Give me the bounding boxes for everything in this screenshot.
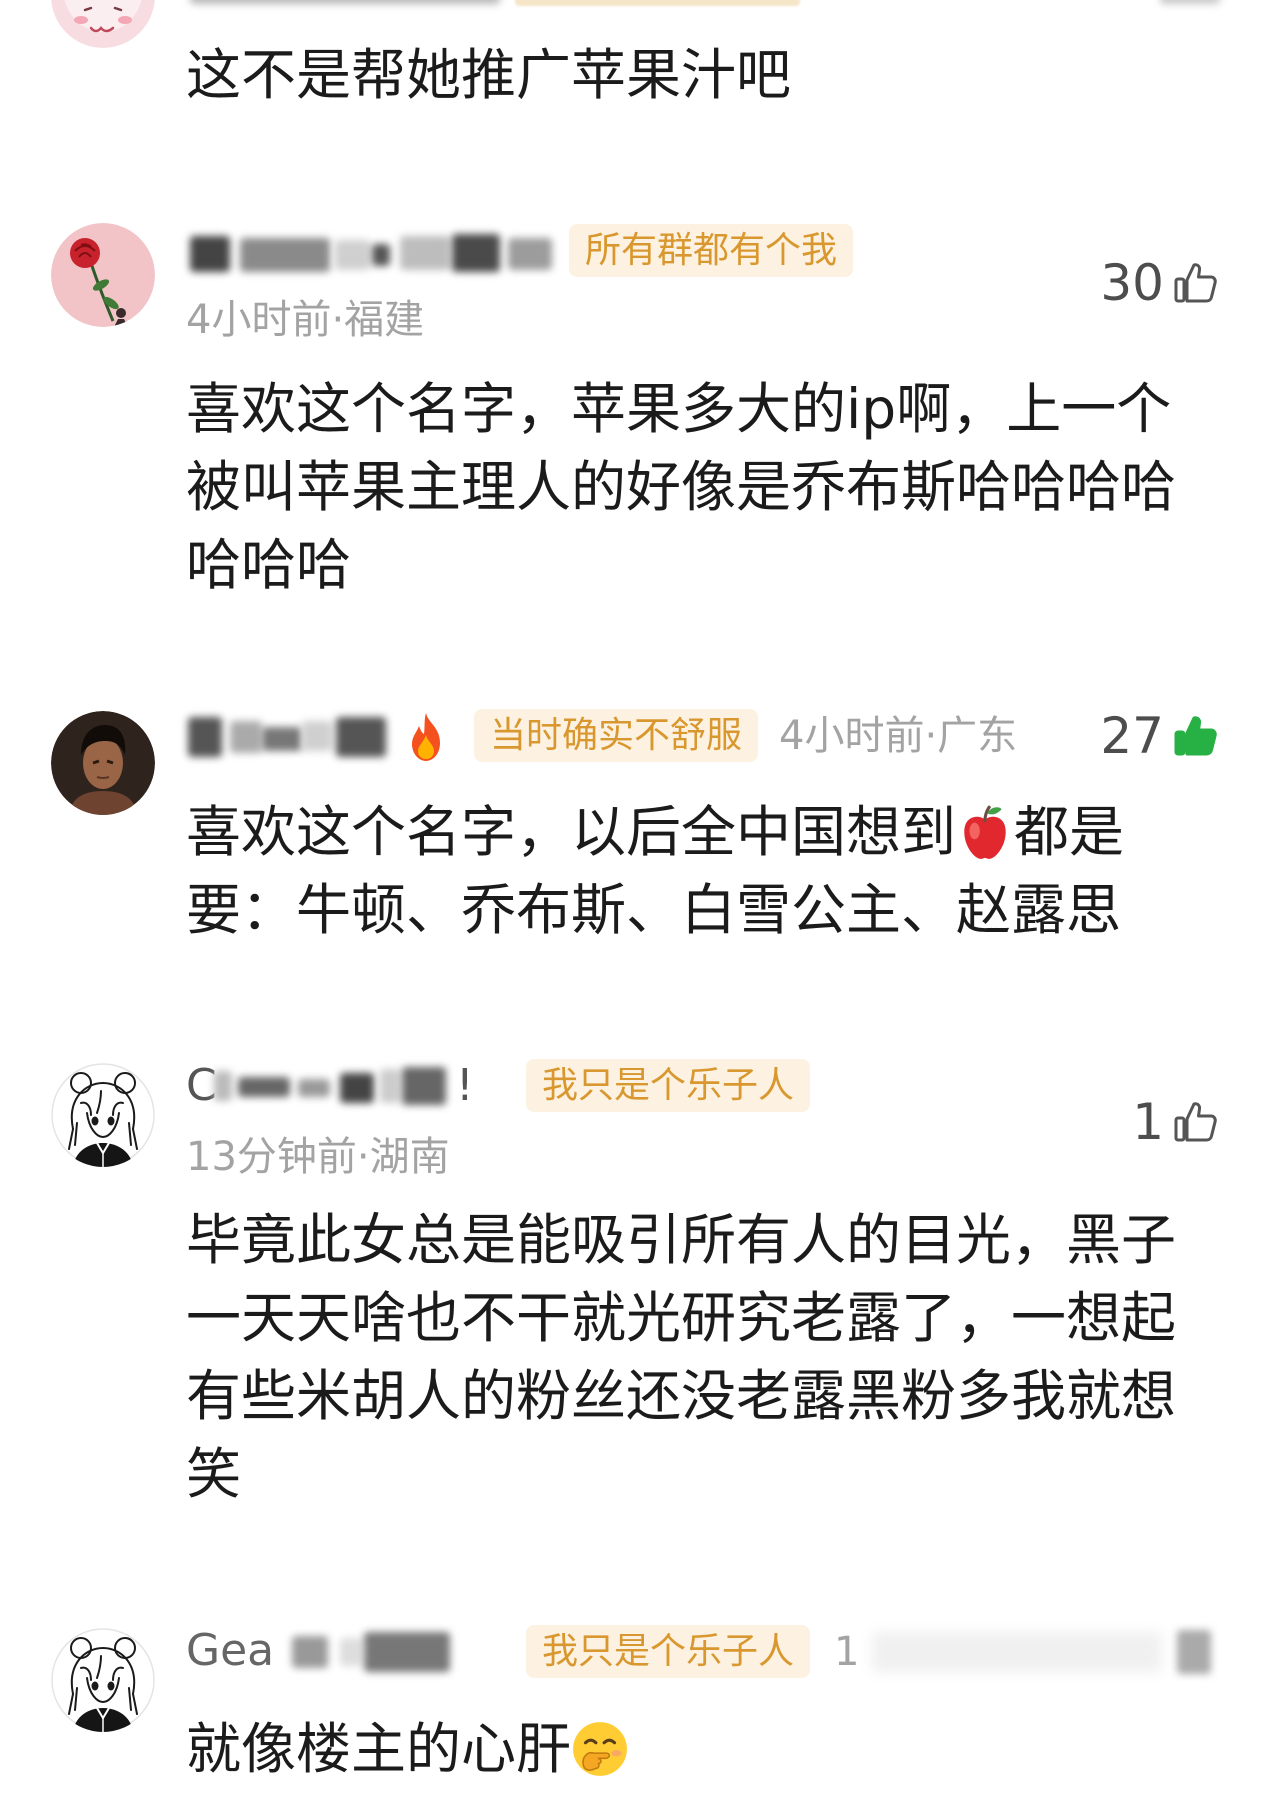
- blur-block: [214, 1071, 232, 1101]
- red-apple-emoji: [956, 803, 1014, 861]
- avatar[interactable]: [51, 1628, 155, 1732]
- username-fragment: C: [186, 1060, 217, 1111]
- blur-block: [188, 717, 222, 757]
- meta-redacted: [872, 1632, 1162, 1672]
- blur-block: [452, 234, 500, 272]
- hand-over-mouth-face-emoji: [571, 1720, 629, 1778]
- comment-text-line: 喜欢这个名字，苹果多大的ip啊，上一个: [186, 377, 1172, 441]
- comment-text-line: 这不是帮她推广苹果汁吧: [186, 43, 792, 107]
- avatar[interactable]: [51, 223, 155, 327]
- comment: 当时确实不舒服 4小时前·广东 27 喜欢这个名字，以后全中国想到 都是 要：牛…: [0, 705, 1280, 942]
- like-button-partial[interactable]: [1160, 0, 1220, 4]
- blur-block: [380, 1069, 400, 1103]
- blur-block: [240, 238, 330, 272]
- blur-block: [364, 1632, 450, 1672]
- blur-block: [402, 1067, 446, 1105]
- blur-block: [298, 1079, 330, 1097]
- thumb-up-icon[interactable]: [1172, 1098, 1220, 1146]
- comment: C ! 我只是个乐子人 13分钟前·湖南 1 毕竟此女总是能吸引所有人的目光，黑…: [0, 1055, 1280, 1506]
- blur-block: [508, 238, 552, 270]
- man-photo-avatar-image: [51, 711, 155, 815]
- blur-block: [238, 1077, 290, 1097]
- badge-partial: [515, 0, 800, 6]
- comment-text-segment: 就像楼主的心肝: [186, 1717, 572, 1781]
- comment-text-segment: 喜欢这个名字，以后全中国想到: [186, 800, 957, 864]
- comment-text-line: 笑: [186, 1442, 242, 1506]
- blur-block: [400, 236, 450, 270]
- blur-block: [340, 1638, 362, 1666]
- avatar[interactable]: [51, 1063, 155, 1167]
- comment-text-segment: 都是: [1014, 800, 1125, 864]
- blur-block: [262, 727, 302, 751]
- like-button[interactable]: 27: [1100, 708, 1220, 764]
- comment-text-line: 喜欢这个名字，以后全中国想到 都是: [186, 793, 1124, 871]
- comment: 所有群都有个我 4小时前·福建 30 喜欢这个名字，苹果多大的ip啊，上一个 被…: [0, 220, 1280, 597]
- username-redacted[interactable]: [190, 0, 500, 4]
- blur-block: [230, 721, 262, 753]
- anime-girl-avatar-image: [51, 1628, 155, 1732]
- like-count: 30: [1100, 254, 1164, 312]
- like-button[interactable]: 30: [1100, 255, 1220, 311]
- blur-block: [336, 717, 386, 757]
- blur-block: [292, 1636, 328, 1668]
- like-button-redacted[interactable]: [1177, 1630, 1211, 1674]
- comment-text-line: 哈哈哈: [186, 533, 352, 597]
- blur-block: [302, 721, 332, 751]
- comment-meta: 4小时前·广东: [779, 713, 1018, 759]
- blur-block: [190, 236, 230, 272]
- blur-block: [372, 244, 390, 266]
- fan-group-badge[interactable]: 我只是个乐子人: [526, 1059, 811, 1112]
- comment-text-line: 被叫苹果主理人的好像是乔布斯哈哈哈哈: [186, 455, 1177, 519]
- thumb-up-icon[interactable]: [1172, 259, 1220, 307]
- comment-meta: 13分钟前·湖南: [186, 1134, 450, 1180]
- blur-block: [335, 240, 370, 270]
- thumb-up-filled-icon[interactable]: [1172, 712, 1220, 760]
- username-fragment: !: [456, 1060, 474, 1111]
- comment-text-line: 有些米胡人的粉丝还没老露黑粉多我就想: [186, 1364, 1177, 1428]
- comment-meta: 1: [834, 1629, 860, 1675]
- fan-group-badge[interactable]: 我只是个乐子人: [526, 1625, 811, 1678]
- cartoon-avatar-image: [51, 0, 155, 48]
- rose-avatar-image: [51, 223, 155, 327]
- comment: 这不是帮她推广苹果汁吧: [0, 0, 1280, 107]
- comment-text-line: 就像楼主的心肝: [186, 1710, 629, 1788]
- comment-meta: 4小时前·福建: [186, 297, 425, 343]
- fire-emoji: [402, 711, 450, 763]
- fan-group-badge[interactable]: 所有群都有个我: [569, 224, 854, 277]
- avatar[interactable]: [51, 0, 155, 48]
- avatar[interactable]: [51, 711, 155, 815]
- like-count: 1: [1132, 1093, 1164, 1151]
- blur-block: [340, 1073, 374, 1103]
- anime-girl-avatar-image: [51, 1063, 155, 1167]
- comment-text-line: 一天天啥也不干就光研究老露了，一想起: [186, 1286, 1177, 1350]
- comment: Gea 我只是个乐子人 1 就像楼主的心肝: [0, 1620, 1280, 1781]
- comment-text-line: 毕竟此女总是能吸引所有人的目光，黑子: [186, 1208, 1177, 1272]
- like-count: 27: [1100, 707, 1164, 765]
- comment-text-line: 要：牛顿、乔布斯、白雪公主、赵露思: [186, 878, 1122, 942]
- like-button[interactable]: 1: [1132, 1094, 1220, 1150]
- username-fragment: Gea: [186, 1625, 275, 1676]
- fan-group-badge[interactable]: 当时确实不舒服: [474, 709, 759, 762]
